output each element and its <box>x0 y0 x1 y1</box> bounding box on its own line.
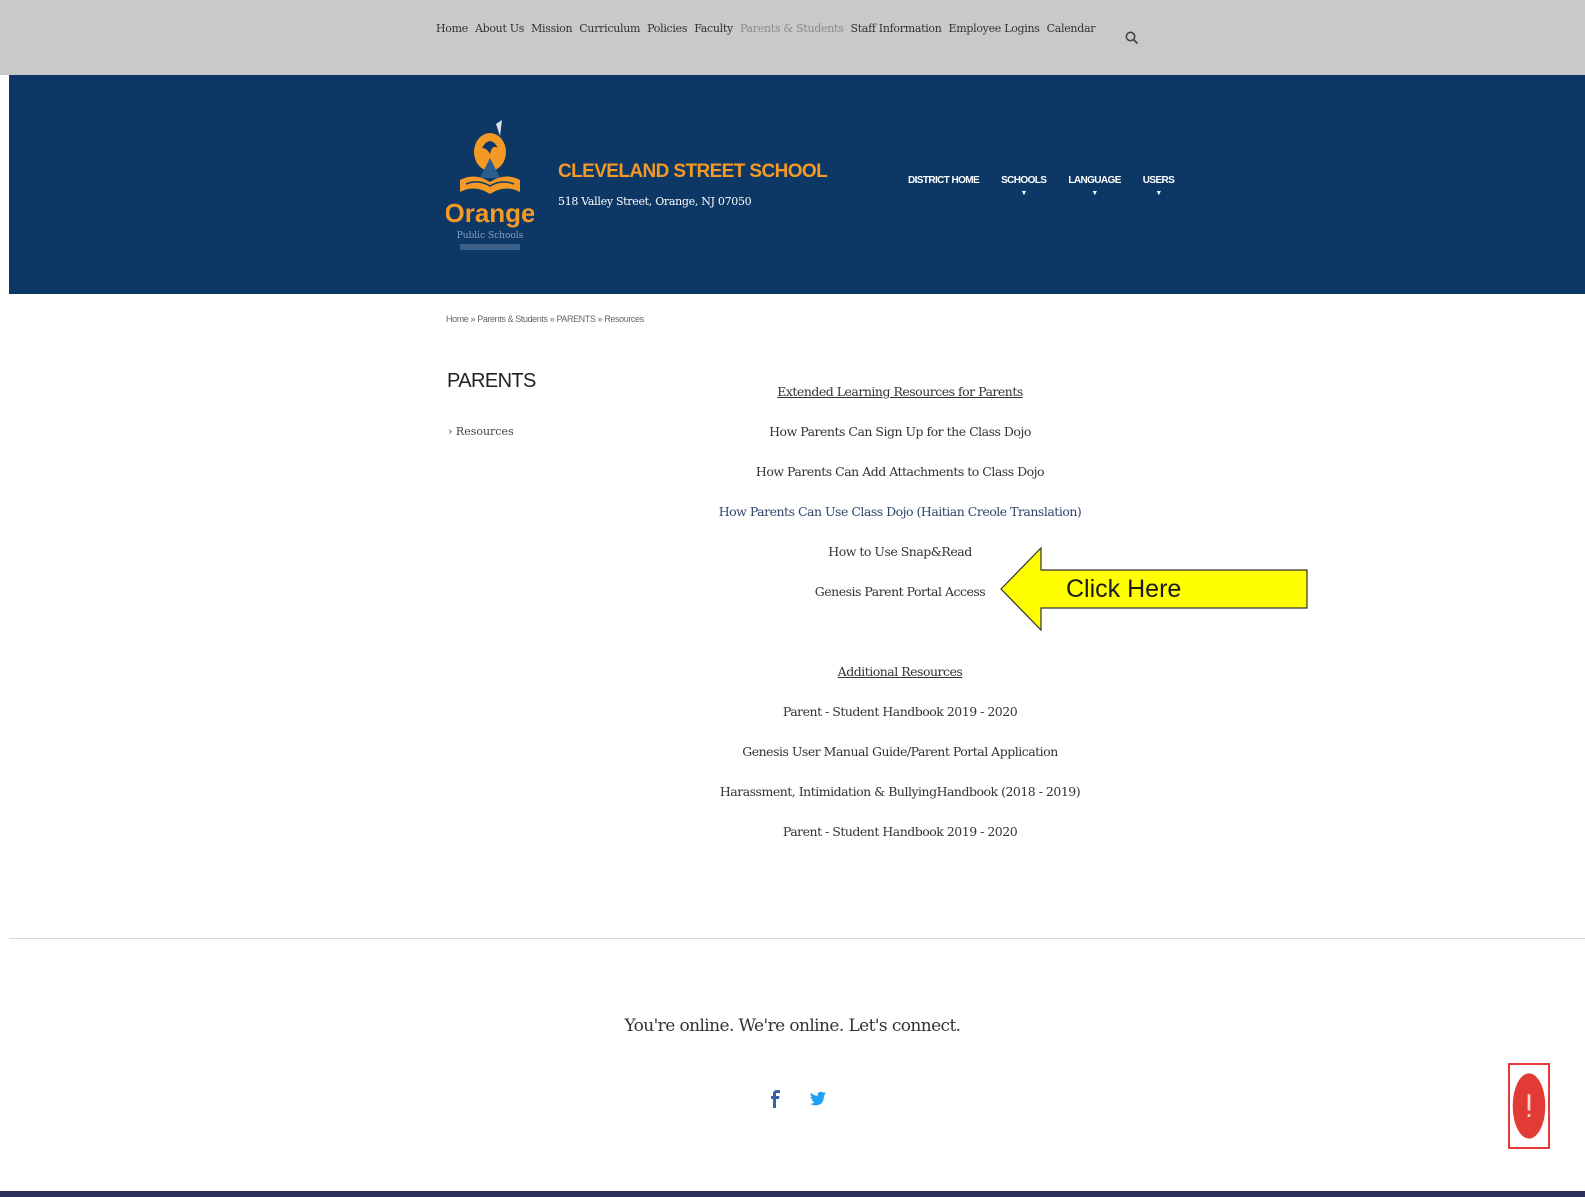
breadcrumb-parents-students[interactable]: Parents & Students <box>477 314 548 324</box>
nav-district-home-label: DISTRICT HOME <box>908 175 980 186</box>
link-genesis-user-manual[interactable]: Genesis User Manual Guide/Parent Portal … <box>700 744 1100 759</box>
chevron-down-icon: ▼ <box>1020 190 1028 197</box>
logo-wordmark: Orange <box>446 198 534 228</box>
top-nav-faculty[interactable]: Faculty <box>694 22 733 35</box>
top-nav-employee-logins[interactable]: Employee Logins <box>949 22 1040 35</box>
twitter-icon[interactable] <box>808 1088 828 1110</box>
top-nav-home[interactable]: Home <box>436 22 468 35</box>
breadcrumb-resources: Resources <box>604 314 644 324</box>
link-handbook-2019-2020-second[interactable]: Parent - Student Handbook 2019 - 2020 <box>700 824 1100 839</box>
sidebar-item-resources[interactable]: › Resources <box>448 425 514 438</box>
top-nav-mission[interactable]: Mission <box>531 22 573 35</box>
breadcrumb: Home » Parents & Students » PARENTS » Re… <box>446 314 644 324</box>
link-class-dojo-attachments[interactable]: How Parents Can Add Attachments to Class… <box>700 464 1100 479</box>
alert-button[interactable] <box>1508 1063 1550 1149</box>
section-heading-extended-learning[interactable]: Extended Learning Resources for Parents <box>700 384 1100 399</box>
facebook-icon[interactable] <box>766 1088 786 1110</box>
footer-divider <box>9 938 1585 939</box>
breadcrumb-separator: » <box>470 314 476 324</box>
breadcrumb-separator: » <box>549 314 555 324</box>
footer-tagline: You're online. We're online. Let's conne… <box>624 1016 961 1036</box>
sidebar-title: PARENTS <box>447 370 536 392</box>
nav-users-label: USERS <box>1142 175 1175 186</box>
link-class-dojo-haitian-creole[interactable]: How Parents Can Use Class Dojo (Haitian … <box>700 504 1100 519</box>
school-header <box>9 75 1585 294</box>
section-heading-additional-resources[interactable]: Additional Resources <box>700 664 1100 679</box>
click-here-label: Click Here <box>1066 575 1182 603</box>
link-hib-handbook[interactable]: Harassment, Intimidation & BullyingHandb… <box>700 784 1100 799</box>
link-class-dojo-signup[interactable]: How Parents Can Sign Up for the Class Do… <box>700 424 1100 439</box>
main-nav: DISTRICT HOME SCHOOLS ▼ LANGUAGE ▼ USERS… <box>908 175 1175 198</box>
nav-schools-label: SCHOOLS <box>1001 175 1047 186</box>
chevron-right-icon: › <box>448 425 453 438</box>
chevron-down-icon: ▼ <box>1091 190 1098 197</box>
logo-subtitle: Public Schools <box>457 231 524 241</box>
top-nav-staff-information[interactable]: Staff Information <box>850 22 941 35</box>
top-nav-policies[interactable]: Policies <box>647 22 687 35</box>
breadcrumb-separator: » <box>597 314 603 324</box>
nav-language[interactable]: LANGUAGE ▼ <box>1068 175 1121 198</box>
school-name[interactable]: CLEVELAND STREET SCHOOL <box>558 161 828 183</box>
link-handbook-2019-2020[interactable]: Parent - Student Handbook 2019 - 2020 <box>700 704 1100 719</box>
sidebar-item-label: Resources <box>455 425 514 438</box>
top-nav-about-us[interactable]: About Us <box>475 22 524 35</box>
bottom-bar <box>0 1191 1585 1197</box>
top-nav: Home About Us Mission Curriculum Policie… <box>436 22 1095 35</box>
top-nav-parents-students[interactable]: Parents & Students <box>740 22 844 35</box>
nav-users[interactable]: USERS ▼ <box>1142 175 1175 198</box>
nav-district-home[interactable]: DISTRICT HOME <box>908 175 980 198</box>
nav-language-label: LANGUAGE <box>1068 175 1121 186</box>
chevron-down-icon: ▼ <box>1155 190 1162 197</box>
top-nav-curriculum[interactable]: Curriculum <box>579 22 640 35</box>
nav-schools[interactable]: SCHOOLS ▼ <box>1001 175 1047 198</box>
orange-public-schools-logo[interactable]: Orange Public Schools <box>446 118 534 258</box>
breadcrumb-home[interactable]: Home <box>446 314 469 324</box>
school-address: 518 Valley Street, Orange, NJ 07050 <box>558 195 752 208</box>
breadcrumb-parents[interactable]: PARENTS <box>556 314 595 324</box>
top-nav-calendar[interactable]: Calendar <box>1047 22 1096 35</box>
search-icon[interactable] <box>1124 30 1140 46</box>
top-utility-bar: Home About Us Mission Curriculum Policie… <box>0 0 1585 75</box>
